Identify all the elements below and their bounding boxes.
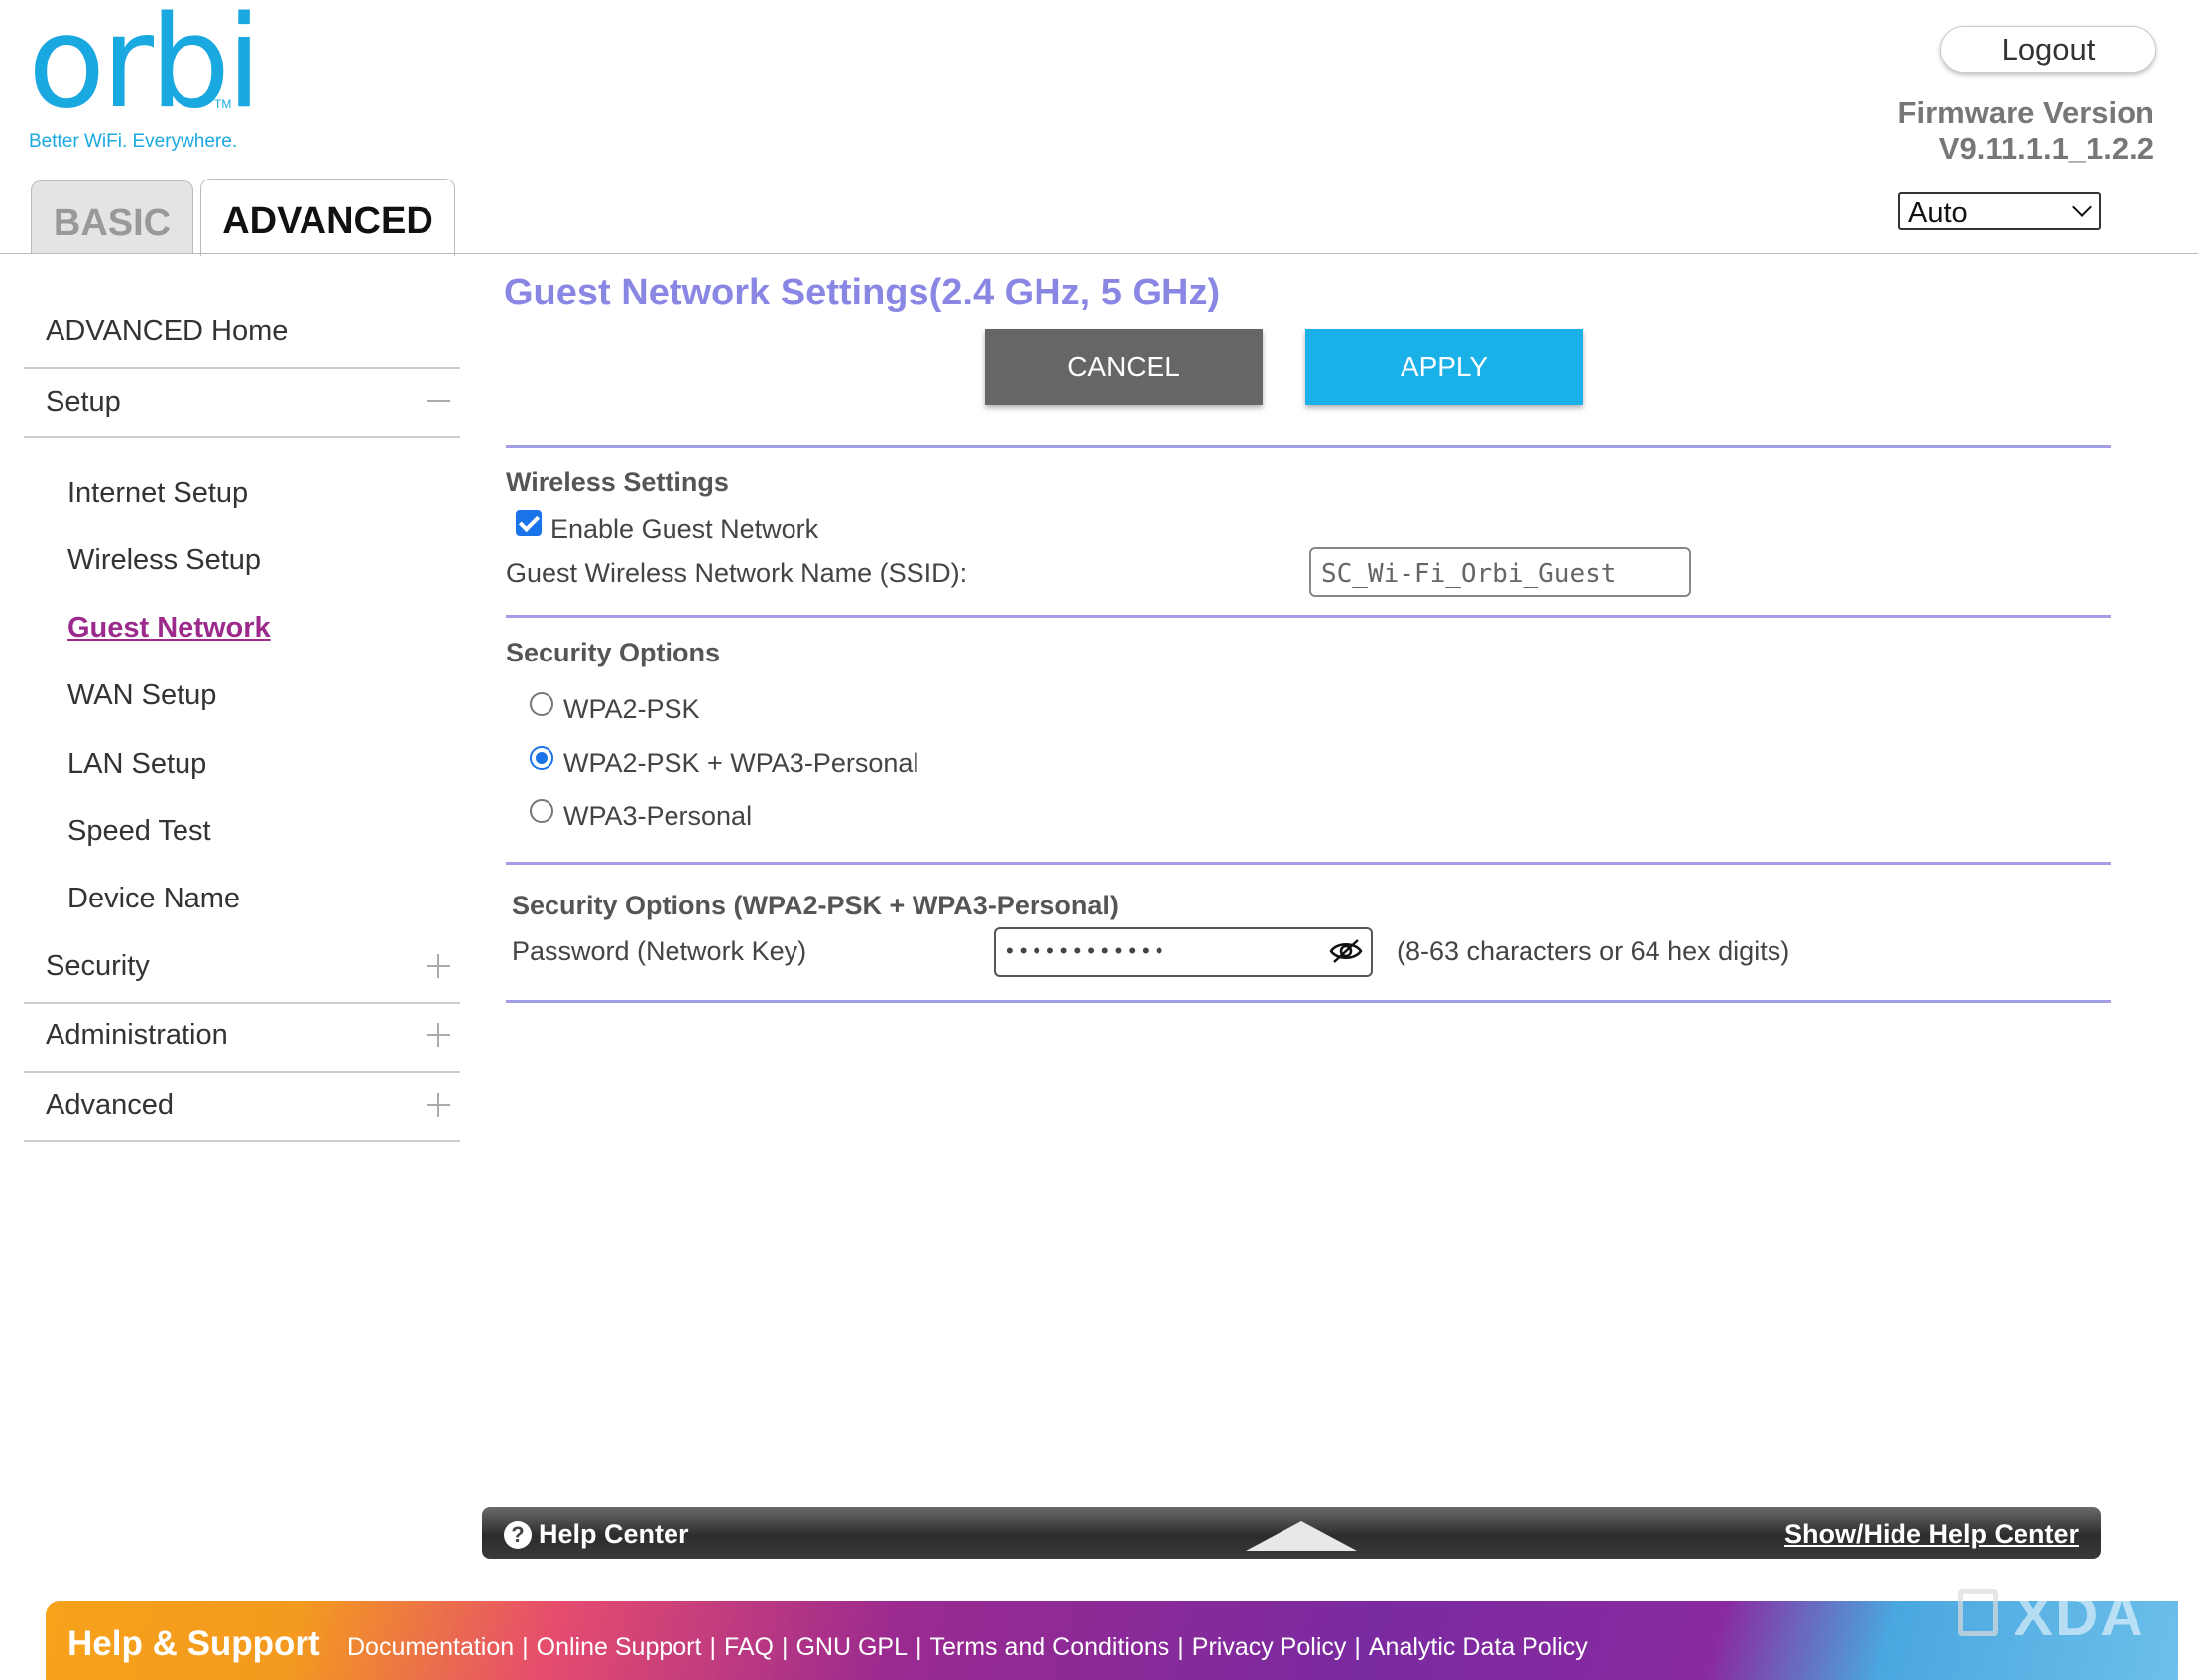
help-question-icon: ? bbox=[504, 1521, 532, 1549]
sidebar-item-wan-setup[interactable]: WAN Setup bbox=[67, 679, 216, 712]
footer-separator: | bbox=[1177, 1633, 1184, 1661]
password-hint: (8-63 characters or 64 hex digits) bbox=[1397, 936, 1790, 966]
sidebar-item-internet-setup[interactable]: Internet Setup bbox=[67, 477, 248, 510]
footer-separator: | bbox=[1354, 1633, 1361, 1661]
eye-slash-icon[interactable] bbox=[1329, 938, 1363, 964]
sidebar-item-advanced[interactable]: Advanced bbox=[46, 1089, 174, 1122]
enable-guest-checkbox[interactable] bbox=[516, 510, 542, 536]
security-detail-title: Security Options (WPA2-PSK + WPA3-Person… bbox=[512, 891, 1119, 920]
expand-plus-icon[interactable] bbox=[427, 1093, 450, 1117]
password-input[interactable]: •••••••••••• bbox=[994, 927, 1373, 977]
logo-tagline: Better WiFi. Everywhere. bbox=[29, 131, 238, 152]
footer-link-privacy-policy[interactable]: Privacy Policy bbox=[1192, 1633, 1347, 1661]
sidebar-item-guest-network[interactable]: Guest Network bbox=[67, 612, 271, 645]
sidebar-divider bbox=[24, 367, 460, 369]
radio-label-wpa3-personal: WPA3-Personal bbox=[563, 801, 753, 831]
expand-arrow-icon[interactable] bbox=[1246, 1521, 1357, 1551]
firmware-version-value: V9.11.1.1_1.2.2 bbox=[1938, 131, 2154, 166]
radio-wpa3-personal[interactable] bbox=[530, 799, 553, 823]
radio-wpa2-wpa3[interactable] bbox=[530, 746, 553, 770]
footer-link-online-support[interactable]: Online Support bbox=[537, 1633, 702, 1661]
ssid-label: Guest Wireless Network Name (SSID): bbox=[506, 558, 968, 588]
sidebar-item-speed-test[interactable]: Speed Test bbox=[67, 815, 211, 848]
header-divider bbox=[0, 253, 2198, 254]
chevron-down-icon bbox=[2072, 197, 2092, 217]
sidebar-item-setup[interactable]: Setup bbox=[46, 386, 121, 419]
footer-links: Documentation | Online Support | FAQ | GNU GPL… bbox=[347, 1633, 1588, 1662]
sidebar-item-lan-setup[interactable]: LAN Setup bbox=[67, 748, 206, 780]
section-divider bbox=[506, 445, 2111, 448]
footer-separator: | bbox=[781, 1633, 789, 1661]
show-hide-help-center-link[interactable]: Show/Hide Help Center bbox=[1784, 1519, 2079, 1550]
enable-guest-label: Enable Guest Network bbox=[550, 514, 819, 543]
footer-link-terms[interactable]: Terms and Conditions bbox=[929, 1633, 1169, 1661]
sidebar-item-wireless-setup[interactable]: Wireless Setup bbox=[67, 544, 261, 577]
radio-wpa2-psk[interactable] bbox=[530, 692, 553, 716]
help-center-title: Help Center bbox=[539, 1519, 689, 1549]
footer-link-documentation[interactable]: Documentation bbox=[347, 1633, 514, 1661]
language-selected-value: Auto bbox=[1908, 197, 1968, 229]
password-label: Password (Network Key) bbox=[512, 936, 807, 966]
firmware-version-label: Firmware Version bbox=[1897, 95, 2154, 130]
apply-button[interactable]: APPLY bbox=[1305, 329, 1583, 405]
footer-link-analytic-data-policy[interactable]: Analytic Data Policy bbox=[1369, 1633, 1588, 1661]
radio-label-wpa2-psk: WPA2-PSK bbox=[563, 694, 700, 724]
footer-link-gnu-gpl[interactable]: GNU GPL bbox=[795, 1633, 908, 1661]
footer-separator: | bbox=[522, 1633, 529, 1661]
logout-button[interactable]: Logout bbox=[1940, 26, 2156, 73]
section-divider bbox=[506, 615, 2111, 618]
sidebar-item-security[interactable]: Security bbox=[46, 950, 150, 983]
collapse-minus-icon[interactable] bbox=[427, 389, 450, 413]
security-options-title: Security Options bbox=[506, 638, 721, 667]
footer-separator: | bbox=[709, 1633, 716, 1661]
sidebar-divider bbox=[24, 1140, 460, 1142]
sidebar-divider bbox=[24, 1071, 460, 1073]
xda-logo-icon bbox=[1958, 1589, 1998, 1636]
ssid-input[interactable]: SC_Wi-Fi_Orbi_Guest bbox=[1309, 547, 1691, 597]
sidebar-item-advanced-home[interactable]: ADVANCED Home bbox=[46, 315, 288, 348]
tab-advanced[interactable]: ADVANCED bbox=[200, 179, 455, 256]
logo-trademark: TM bbox=[214, 97, 232, 111]
sidebar-item-device-name[interactable]: Device Name bbox=[67, 883, 240, 915]
expand-plus-icon[interactable] bbox=[427, 954, 450, 978]
sidebar-item-administration[interactable]: Administration bbox=[46, 1020, 228, 1052]
language-select[interactable]: Auto bbox=[1898, 192, 2101, 230]
xda-watermark: XDA bbox=[2014, 1582, 2145, 1648]
page-title: Guest Network Settings(2.4 GHz, 5 GHz) bbox=[504, 272, 1221, 313]
cancel-button[interactable]: CANCEL bbox=[985, 329, 1263, 405]
footer-separator: | bbox=[915, 1633, 922, 1661]
sidebar-divider bbox=[24, 436, 460, 438]
tab-basic[interactable]: BASIC bbox=[31, 180, 193, 254]
section-divider bbox=[506, 862, 2111, 865]
section-divider bbox=[506, 1000, 2111, 1003]
footer-title: Help & Support bbox=[67, 1624, 320, 1663]
wireless-settings-title: Wireless Settings bbox=[506, 467, 729, 497]
radio-label-wpa2-wpa3: WPA2-PSK + WPA3-Personal bbox=[563, 748, 919, 778]
sidebar-divider bbox=[24, 1002, 460, 1004]
footer-link-faq[interactable]: FAQ bbox=[724, 1633, 774, 1661]
expand-plus-icon[interactable] bbox=[427, 1023, 450, 1047]
